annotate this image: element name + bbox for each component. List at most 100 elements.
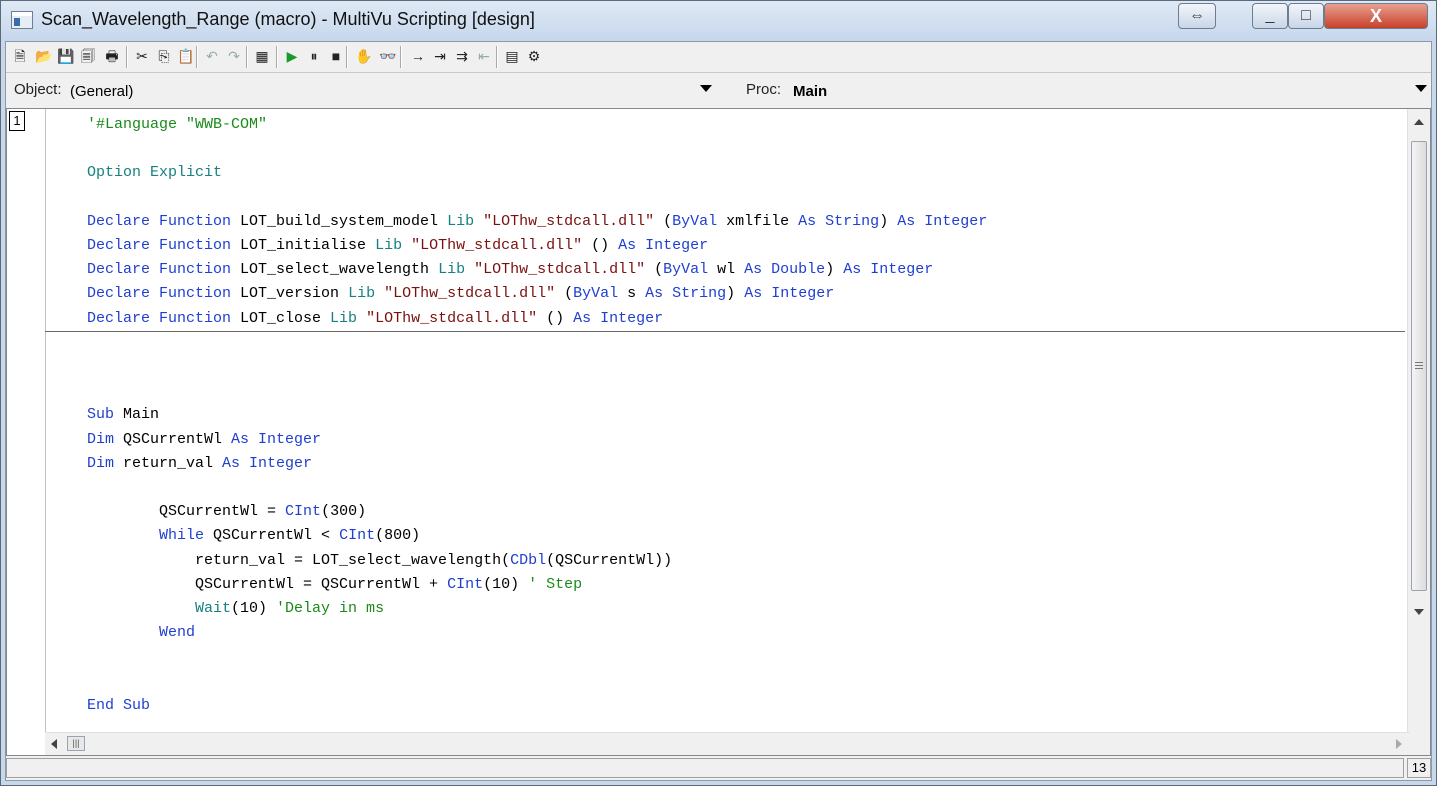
code-token: (10): [231, 600, 277, 617]
toggle-breakpoint-icon[interactable]: ✋: [354, 46, 374, 66]
new-icon[interactable]: 🗎: [10, 46, 30, 66]
code-line[interactable]: return_val = LOT_select_wavelength(CDbl(…: [87, 551, 672, 571]
scroll-right-icon[interactable]: [1396, 739, 1402, 749]
minimize-icon: _: [1265, 7, 1275, 24]
toolbar-separator: [346, 46, 348, 68]
code-line[interactable]: Dim return_val As Integer: [87, 454, 312, 474]
toolbar-separator: [400, 46, 402, 68]
undo-icon[interactable]: ↶: [202, 46, 222, 66]
horizontal-scrollbar[interactable]: |||: [45, 732, 1410, 755]
quick-watch-icon[interactable]: 👓: [378, 46, 398, 66]
properties-icon[interactable]: ⚙: [524, 46, 544, 66]
scroll-left-icon[interactable]: [51, 739, 57, 749]
code-token: Main: [123, 406, 160, 424]
proc-label: Proc:: [746, 81, 782, 98]
code-line[interactable]: Option Explicit: [87, 163, 222, 183]
redo-icon[interactable]: ↷: [224, 46, 244, 66]
code-line[interactable]: Declare Function LOT_close Lib "LOThw_st…: [87, 309, 663, 329]
run-icon[interactable]: ▶: [282, 46, 302, 66]
code-token: ByVal: [672, 212, 727, 230]
code-token: return_val = LOT_select_wavelength(: [87, 551, 511, 569]
close-button[interactable]: X: [1324, 3, 1428, 29]
editor-gutter: 1: [7, 109, 45, 734]
title-bar[interactable]: Scan_Wavelength_Range (macro) - MultiVu …: [1, 1, 1436, 41]
step-out-icon[interactable]: ⇤: [474, 46, 494, 66]
horizontal-scroll-thumb[interactable]: |||: [67, 736, 85, 751]
code-token: ): [726, 285, 745, 303]
save-all-icon[interactable]: 🗐: [78, 46, 98, 66]
stop-icon[interactable]: ■: [326, 46, 346, 66]
code-token: As Integer: [618, 237, 709, 254]
code-token: QSCurrentWl = QSCurrentWl +: [87, 575, 448, 593]
paste-icon[interactable]: 📋: [176, 46, 196, 66]
code-line[interactable]: Declare Function LOT_select_wavelength L…: [87, 260, 933, 280]
code-line[interactable]: Sub Main: [87, 405, 159, 425]
object-select-value: (General): [70, 83, 134, 100]
code-token: (800): [375, 527, 421, 545]
object-select[interactable]: (General): [68, 75, 718, 103]
code-line[interactable]: While QSCurrentWl < CInt(800): [87, 526, 420, 546]
maximize-button[interactable]: □: [1288, 3, 1324, 29]
vertical-scroll-thumb[interactable]: [1411, 141, 1427, 591]
toolbar-separator: [496, 46, 498, 68]
code-token: End Sub: [87, 696, 151, 714]
code-token: LOT_initialise: [240, 237, 376, 254]
code-token: Lib: [348, 285, 385, 303]
code-token: LOT_select_wavelength: [240, 261, 439, 279]
toolbar-separator: [276, 46, 278, 68]
code-line[interactable]: QSCurrentWl = QSCurrentWl + CInt(10) ' S…: [87, 575, 582, 595]
code-token: 'Delay in ms: [276, 600, 385, 617]
step-next-icon[interactable]: →: [408, 46, 428, 66]
code-token: QSCurrentWl =: [87, 503, 286, 521]
scroll-up-icon[interactable]: [1414, 119, 1424, 125]
code-editor[interactable]: 1 '#Language "WWB-COM" Option Explicit Dec…: [6, 108, 1431, 756]
code-line[interactable]: End Sub: [87, 696, 150, 716]
vertical-scrollbar[interactable]: [1407, 109, 1430, 734]
code-token: ByVal: [573, 285, 628, 303]
code-line[interactable]: Declare Function LOT_initialise Lib "LOT…: [87, 236, 708, 256]
toolbar-separator: [196, 46, 198, 68]
code-line[interactable]: Dim QSCurrentWl As Integer: [87, 430, 321, 450]
code-line[interactable]: Declare Function LOT_version Lib "LOThw_…: [87, 284, 834, 304]
save-icon[interactable]: 💾: [56, 46, 76, 66]
proc-select-value: Main: [793, 83, 828, 100]
code-token: While: [87, 527, 214, 545]
status-bar: 13: [6, 758, 1431, 780]
code-token: (: [663, 212, 673, 230]
code-line[interactable]: QSCurrentWl = CInt(300): [87, 502, 366, 522]
step-into-icon[interactable]: ⇥: [430, 46, 450, 66]
copy-icon[interactable]: ⎘: [154, 46, 174, 66]
open-icon[interactable]: 📂: [34, 46, 54, 66]
code-token: Sub: [87, 406, 124, 424]
code-line[interactable]: Wend: [87, 623, 195, 643]
code-token: As Integer: [222, 454, 313, 472]
app-icon[interactable]: [11, 11, 33, 29]
code-line[interactable]: Wait(10) 'Delay in ms: [87, 599, 384, 619]
restore-layout-button[interactable]: ⇔: [1178, 3, 1216, 29]
pause-icon[interactable]: ⏸: [304, 46, 324, 66]
code-token: ' Step: [528, 575, 583, 593]
code-line[interactable]: '#Language "WWB-COM": [87, 115, 267, 135]
code-area[interactable]: '#Language "WWB-COM" Option Explicit Decla…: [87, 109, 1397, 734]
code-token: As Integer: [843, 261, 934, 279]
code-line[interactable]: Declare Function LOT_build_system_model …: [87, 212, 987, 232]
dialog-editor-icon[interactable]: ▦: [252, 46, 272, 66]
step-over-icon[interactable]: ⇉: [452, 46, 472, 66]
chevron-down-icon: [1415, 85, 1427, 92]
proc-select[interactable]: Main: [791, 75, 1427, 103]
code-token: As String: [798, 212, 880, 230]
references-icon[interactable]: ▤: [502, 46, 522, 66]
line-number: 1: [9, 111, 25, 131]
cut-icon[interactable]: ✂: [132, 46, 152, 66]
procedure-divider: [45, 331, 1405, 332]
print-icon[interactable]: 🖶: [102, 46, 122, 66]
object-label: Object:: [14, 81, 62, 98]
double-arrow-icon: ⇔: [1189, 7, 1205, 24]
code-token: (QSCurrentWl)): [546, 551, 673, 569]
code-token: Declare Function: [87, 261, 241, 279]
code-token: (): [546, 309, 574, 327]
code-token: return_val: [123, 454, 223, 472]
code-token: Declare Function: [87, 309, 241, 327]
scroll-down-icon[interactable]: [1414, 609, 1424, 615]
minimize-button[interactable]: _: [1252, 3, 1288, 29]
